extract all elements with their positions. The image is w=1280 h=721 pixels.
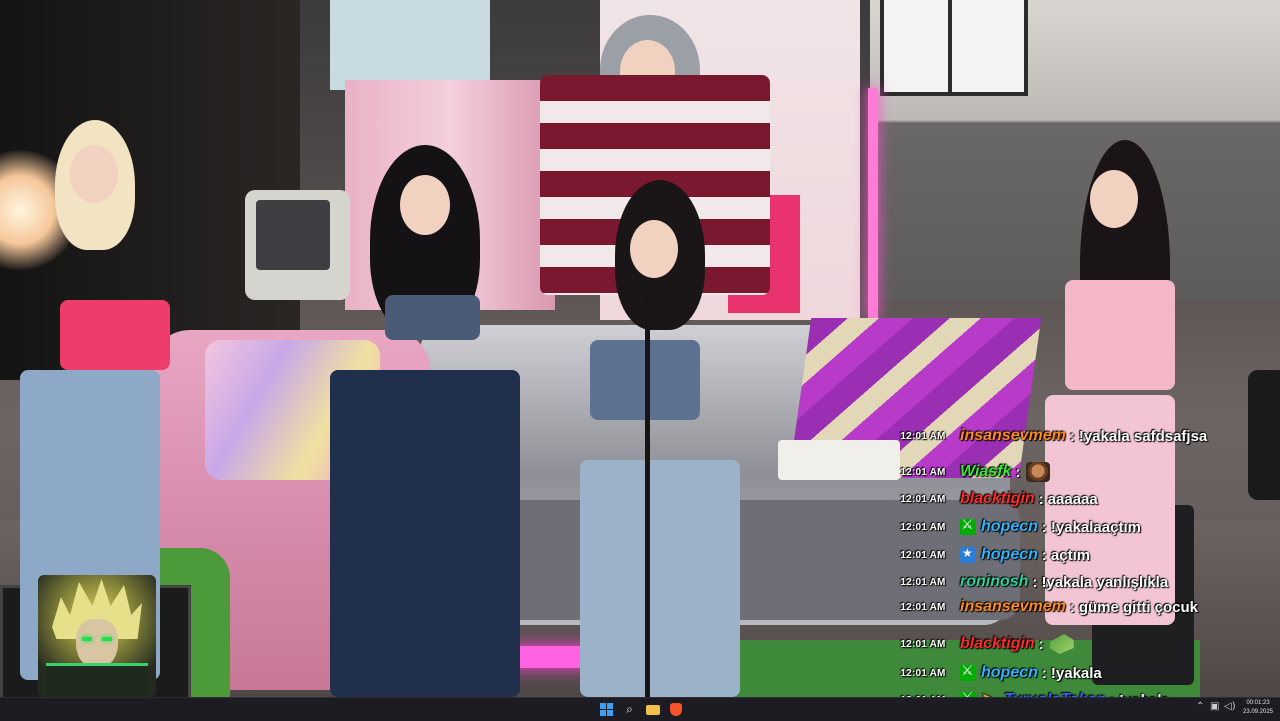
chat-message: 12:01 AM Wiasfk: [886,460,1051,484]
chat-message: 12:01 AM insansevmem: güme gitti çocuk [886,595,1198,619]
chat-message: 12:01 AM hopecn:açtım [886,543,1090,567]
avatar-eye [82,637,92,641]
chat-message: 12:01 AM hopecn:!yakala [886,661,1102,685]
chat-text: açtım [1050,546,1091,564]
chat-separator: : [1041,546,1047,564]
start-icon[interactable] [598,701,615,718]
search-icon[interactable]: ⌕ [621,701,638,718]
chat-text: !yakalaaçtım [1050,518,1141,536]
volume-icon[interactable]: ◁) [1224,701,1236,712]
chat-separator: : [1069,427,1075,445]
chat-message: 12:01 AM blacktigin: [886,632,1074,656]
chat-message: 12:01 AM hopecn:!yakalaaçtım [886,515,1141,539]
chat-separator: : [1041,664,1047,682]
taskbar: ⌕ ⌃ ▣ ◁) 00:01:23 23.09.2025 [0,697,1280,721]
retro-monitor-screen [256,200,330,270]
clock-date: 23.09.2025 [1242,709,1274,715]
mod-badge-icon [960,517,976,535]
chat-username[interactable]: insansevmem [960,598,1066,616]
chat-separator: : [1015,463,1021,481]
chat-timestamp: 12:01 AM [900,430,946,442]
taskbar-clock[interactable]: 00:01:23 23.09.2025 [1238,699,1278,717]
chat-timestamp: 12:01 AM [900,493,946,505]
chat-separator: : [1038,635,1044,653]
chat-overlay: 12:01 AM insansevmem: !yakala safdsafjsa 12… [886,424,1278,716]
chat-message: 12:01 AM blacktigin: aaaaaa [886,487,1098,511]
chat-timestamp: 12:01 AM [900,549,946,561]
streamer-avatar [38,575,156,697]
chat-timestamp: 12:01 AM [900,601,946,613]
chat-username[interactable]: roninosh [960,573,1028,591]
mod-badge-icon [960,663,976,681]
chat-separator: : [1069,598,1075,616]
hanging-clothes [330,0,490,90]
face-emote-icon [1026,462,1051,482]
chat-username[interactable]: blacktigin [960,490,1035,508]
chat-username[interactable]: hopecn [981,518,1038,536]
chat-separator: : [1038,490,1044,508]
chat-timestamp: 12:01 AM [900,466,946,478]
chat-text: aaaaaa [1047,490,1098,508]
avatar-eye [102,637,112,641]
chat-text: !yakala [1050,664,1102,682]
avatar-coat [46,663,148,697]
chat-timestamp: 12:01 AM [900,638,946,650]
chat-username[interactable]: hopecn [981,664,1038,682]
chat-message: 12:01 AM insansevmem: !yakala safdsafjsa [886,424,1207,448]
prime-badge-icon [960,546,976,563]
chat-username[interactable]: Wiasfk [960,463,1011,481]
studio-window [880,0,1028,96]
clock-time: 00:01:23 [1246,700,1270,706]
chat-separator: : [1041,518,1047,536]
performer-4 [560,180,760,697]
chat-timestamp: 12:01 AM [900,576,946,588]
chat-separator: : [1032,573,1038,591]
chat-username[interactable]: hopecn [981,546,1038,564]
mic-stand [645,300,650,697]
performer-2 [330,145,530,697]
chat-username[interactable]: blacktigin [960,635,1035,653]
chat-text: güme gitti çocuk [1078,598,1199,616]
brave-browser-icon[interactable] [667,701,684,718]
chat-timestamp: 12:01 AM [900,521,946,533]
chat-username[interactable]: insansevmem [960,427,1066,445]
synth-keyboard [778,440,900,480]
network-icon[interactable]: ▣ [1210,701,1219,712]
file-explorer-icon[interactable] [644,701,661,718]
chat-text: !yakala yanlışlıkla [1041,573,1169,591]
neon-light [868,88,878,318]
tray-chevron-icon[interactable]: ⌃ [1196,701,1204,712]
avatar-face [76,619,118,669]
chat-text: !yakala safdsafjsa [1078,427,1208,445]
chat-timestamp: 12:01 AM [900,667,946,679]
money-emote-icon [1049,634,1074,654]
chat-message: 12:01 AM roninosh: !yakala yanlışlıkla [886,570,1168,594]
